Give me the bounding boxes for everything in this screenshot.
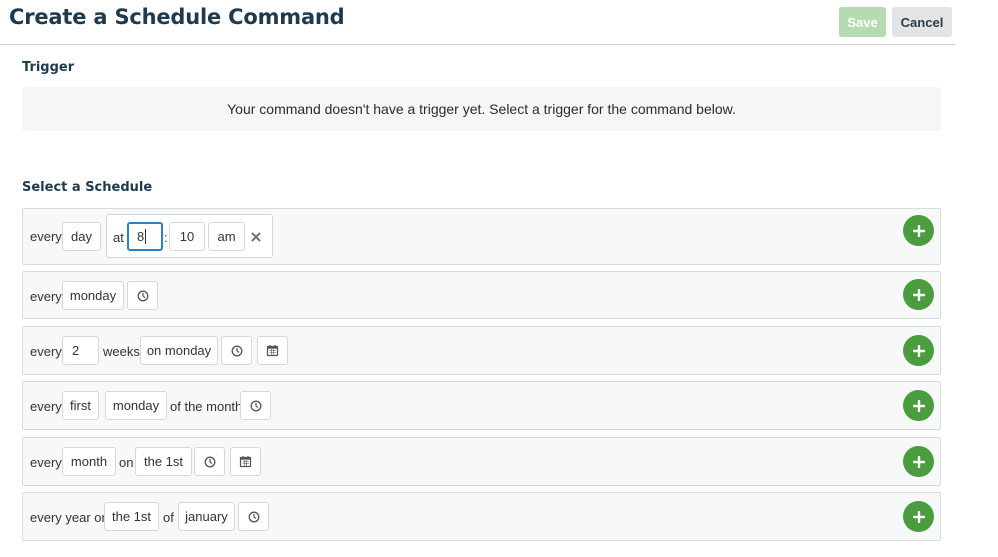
add-button[interactable]	[903, 335, 934, 366]
schedule-row-weekly[interactable]: every monday	[22, 271, 941, 319]
time-colon: :	[164, 230, 168, 245]
schedule-row-yearly[interactable]: every year on the 1st of january	[22, 492, 941, 541]
trigger-notice: Your command doesn't have a trigger yet.…	[22, 87, 941, 131]
add-button[interactable]	[903, 446, 934, 477]
of-label: of	[163, 510, 174, 525]
add-button[interactable]	[903, 279, 934, 310]
add-button[interactable]	[903, 501, 934, 532]
page-title: Create a Schedule Command	[9, 5, 345, 29]
weeks-label: weeks	[103, 344, 140, 359]
calendar-icon[interactable]	[257, 336, 288, 365]
ordinal-select[interactable]: first	[62, 391, 99, 420]
unit-select[interactable]: month	[62, 447, 116, 476]
weekday-select[interactable]: on monday	[140, 336, 218, 365]
schedule-row-monthly-date[interactable]: every month on the 1st	[22, 437, 941, 486]
hour-value: 8	[137, 229, 145, 244]
day-select[interactable]: the 1st	[104, 502, 159, 531]
add-button[interactable]	[903, 215, 934, 246]
weekday-select[interactable]: monday	[105, 391, 167, 420]
weekday-select[interactable]: monday	[62, 281, 124, 310]
month-select[interactable]: january	[178, 502, 235, 531]
add-button[interactable]	[903, 390, 934, 421]
every-year-on-label: every year on	[30, 510, 109, 525]
every-label: every	[30, 455, 62, 470]
close-icon[interactable]	[250, 231, 262, 243]
schedule-row-daily[interactable]: every day at 8 : 10 am	[22, 208, 941, 265]
clock-icon[interactable]	[238, 502, 269, 531]
clock-icon[interactable]	[194, 447, 225, 476]
on-label: on	[119, 455, 134, 470]
schedule-row-monthly-weekday[interactable]: every first monday of the month	[22, 381, 941, 430]
time-group: at 8 : 10 am	[106, 214, 273, 258]
text-caret	[145, 229, 147, 244]
unit-select[interactable]: day	[62, 222, 101, 251]
clock-icon[interactable]	[127, 281, 158, 310]
calendar-icon[interactable]	[230, 447, 261, 476]
day-select[interactable]: the 1st	[135, 447, 192, 476]
save-button[interactable]: Save	[839, 7, 886, 37]
count-input[interactable]: 2	[62, 336, 99, 365]
schedule-row-biweekly[interactable]: every 2 weeks on monday	[22, 326, 941, 375]
page-header: Create a Schedule Command Save Cancel	[0, 0, 955, 45]
clock-icon[interactable]	[240, 391, 271, 420]
trigger-section-title: Trigger	[22, 60, 75, 75]
every-label: every	[30, 344, 62, 359]
every-label: every	[30, 399, 62, 414]
minute-input[interactable]: 10	[169, 222, 205, 251]
clock-icon[interactable]	[221, 336, 252, 365]
hour-input[interactable]: 8	[127, 222, 163, 251]
at-label: at	[113, 230, 124, 245]
cancel-button[interactable]: Cancel	[892, 7, 952, 37]
every-label: every	[30, 289, 62, 304]
schedule-section-title: Select a Schedule	[22, 180, 153, 195]
every-label: every	[30, 229, 62, 244]
of-the-month-label: of the month	[170, 399, 243, 414]
ampm-select[interactable]: am	[208, 222, 245, 251]
